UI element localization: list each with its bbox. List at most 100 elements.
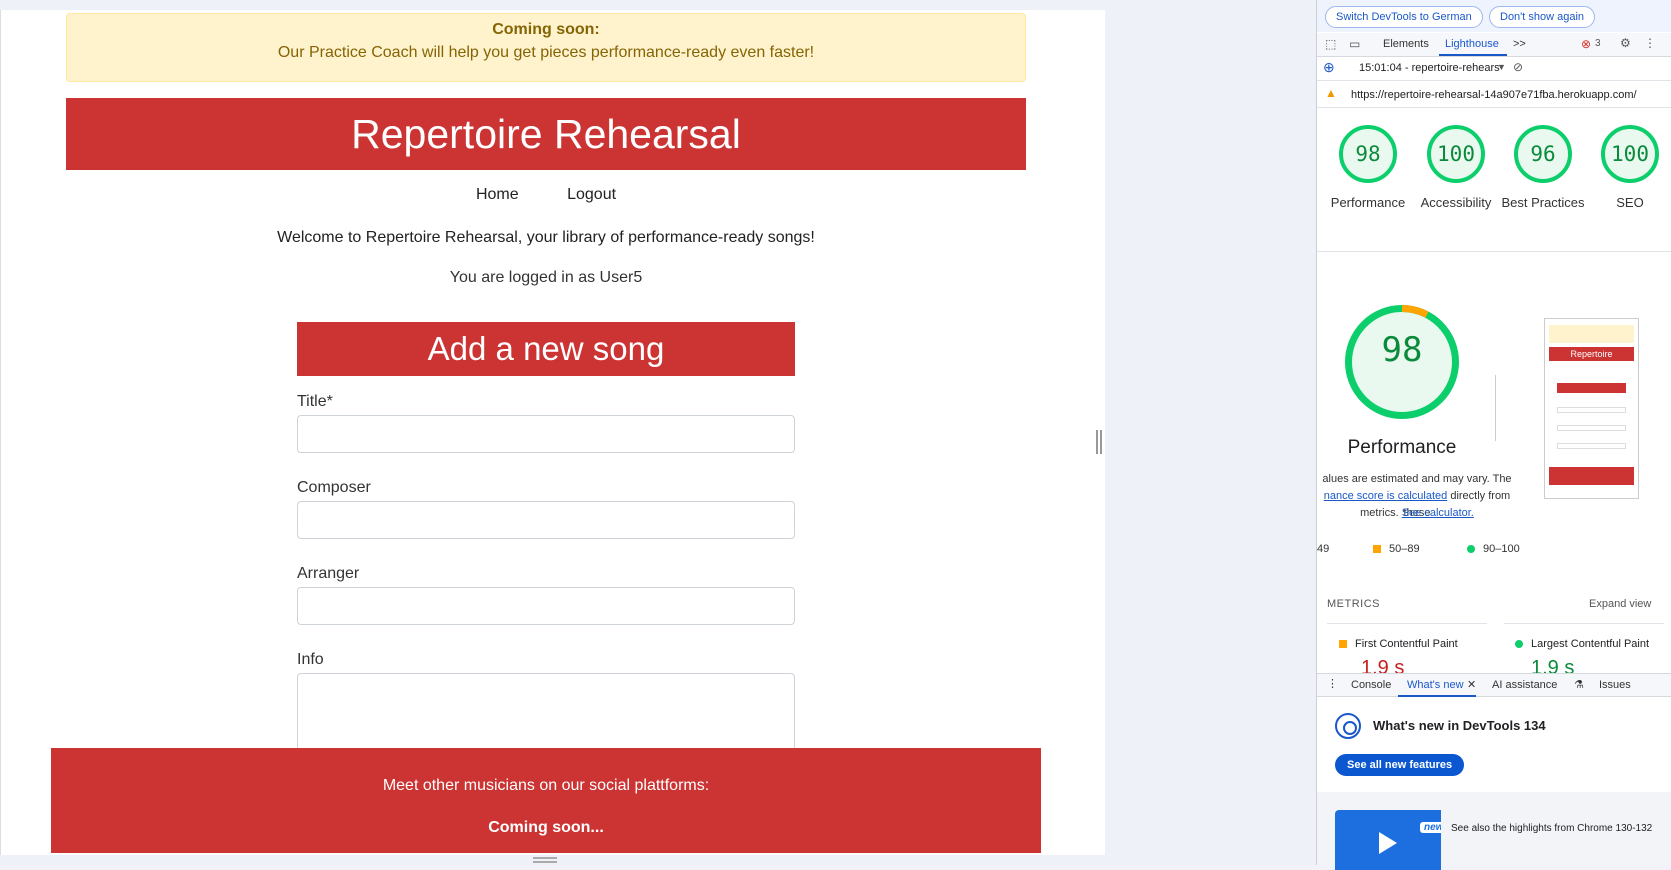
thumb-field (1557, 407, 1626, 413)
metrics-word: metrics. (1360, 507, 1399, 519)
green-dot-icon (1515, 640, 1523, 648)
main-nav: Home Logout (1, 186, 1091, 204)
score-gauge-best-practices[interactable]: 96 (1514, 125, 1572, 183)
tab-elements[interactable]: Elements (1383, 38, 1429, 50)
resize-handle[interactable] (1096, 430, 1102, 454)
new-report-icon[interactable]: ⊕ (1323, 59, 1335, 76)
active-tab-indicator (1398, 695, 1476, 697)
error-icon[interactable]: ⊗ (1581, 37, 1591, 51)
drawer-tabbar: ⋮ Console What's new ✕ AI assistance ⚗ I… (1317, 673, 1671, 697)
score-label-seo: SEO (1616, 195, 1644, 210)
thumb-form-title (1557, 383, 1626, 393)
score-label-performance: Performance (1330, 195, 1406, 210)
highlights-text[interactable]: See also the highlights from Chrome 130-… (1451, 823, 1652, 834)
flask-icon: ⚗ (1574, 679, 1584, 691)
performance-score-large: 98 (1381, 330, 1423, 370)
legend-mid-label: 50–89 (1389, 543, 1420, 555)
thumb-banner (1549, 325, 1634, 343)
error-count[interactable]: 3 (1595, 38, 1601, 49)
clear-icon[interactable]: ⊘ (1513, 60, 1523, 74)
form-title: Add a new song (297, 322, 795, 376)
bottom-resize-handle[interactable] (533, 857, 557, 863)
divider (1327, 623, 1487, 624)
welcome-text: Welcome to Repertoire Rehearsal, your li… (277, 229, 815, 246)
score-gauge-seo[interactable]: 100 (1601, 125, 1659, 183)
whats-new-title: What's new in DevTools 134 (1373, 718, 1546, 733)
arranger-input[interactable] (297, 587, 795, 625)
divider (1317, 251, 1671, 252)
lighthouse-icon: ▲ (1325, 86, 1337, 100)
tab-console[interactable]: Console (1351, 679, 1391, 691)
devtools-tabbar: ⬚ ▭ Elements Lighthouse >> ⊗ 3 ⚙ ⋮ (1317, 33, 1671, 57)
legend-mid: 50–89 (1373, 543, 1420, 555)
more-options-icon[interactable]: ⋮ (1644, 36, 1656, 50)
switch-language-button[interactable]: Switch DevTools to German (1325, 6, 1483, 28)
logged-in-text: You are logged in as User5 (449, 269, 643, 286)
chevron-down-icon[interactable]: ▼ (1497, 62, 1506, 72)
tab-lighthouse[interactable]: Lighthouse (1445, 38, 1499, 50)
thumb-field (1557, 443, 1626, 449)
audited-url[interactable]: https://repertoire-rehearsal-14a907e71fb… (1351, 89, 1637, 101)
video-thumbnail[interactable]: new (1335, 810, 1441, 870)
legend-high: 90–100 (1467, 543, 1520, 555)
legend-high-label: 90–100 (1483, 543, 1520, 555)
language-bar: Switch DevTools to German Don't show aga… (1317, 0, 1671, 32)
close-icon[interactable]: ✕ (1467, 678, 1476, 691)
url-row: ▲ https://repertoire-rehearsal-14a907e71… (1317, 82, 1671, 108)
play-icon[interactable] (1379, 832, 1397, 854)
site-footer: Meet other musicians on our social platt… (51, 748, 1041, 853)
banner-text: Our Practice Coach will help you get pie… (277, 44, 815, 61)
thumb-footer (1549, 467, 1634, 485)
settings-icon[interactable]: ⚙ (1620, 36, 1631, 50)
arranger-label: Arranger (297, 565, 360, 582)
drawer-menu-icon[interactable]: ⋮ (1327, 677, 1338, 690)
performance-label-large: Performance (1347, 437, 1457, 458)
metrics-heading: METRICS (1327, 598, 1380, 610)
more-tabs-button[interactable]: >> (1513, 38, 1526, 50)
orange-square-icon (1373, 545, 1381, 553)
thumb-header: Repertoire Rehearsal (1549, 347, 1634, 373)
title-input[interactable] (297, 415, 795, 453)
site-header: Repertoire Rehearsal (66, 98, 1026, 170)
coming-soon-banner: Coming soon: Our Practice Coach will hel… (66, 13, 1026, 82)
nav-logout-link[interactable]: Logout (567, 186, 616, 203)
composer-input[interactable] (297, 501, 795, 539)
tab-whats-new[interactable]: What's new (1407, 679, 1464, 691)
metric-fcp-label: First Contentful Paint (1355, 638, 1458, 650)
tab-issues[interactable]: Issues (1599, 679, 1631, 691)
composer-label: Composer (297, 479, 371, 496)
devtools-panel: Switch DevTools to German Don't show aga… (1316, 0, 1671, 870)
score-calc-link[interactable]: nance score is calculated (1324, 490, 1448, 502)
title-label: Title* (297, 393, 333, 410)
thumb-field (1557, 425, 1626, 431)
report-select[interactable]: 15:01:04 - repertoire-rehears (1359, 62, 1500, 74)
dont-show-again-button[interactable]: Don't show again (1489, 6, 1596, 28)
browser-viewport: Coming soon: Our Practice Coach will hel… (0, 0, 1318, 865)
nav-home-link[interactable]: Home (476, 186, 519, 203)
device-toggle-icon[interactable]: ▭ (1349, 37, 1360, 51)
active-tab-indicator (1439, 54, 1507, 56)
estimate-note-line1: alues are estimated and may vary. The (1322, 473, 1512, 485)
score-label-accessibility: Accessibility (1420, 195, 1492, 210)
expand-view-button[interactable]: Expand view (1589, 598, 1651, 610)
inspect-icon[interactable]: ⬚ (1325, 37, 1336, 51)
tab-ai-assistance[interactable]: AI assistance (1492, 679, 1557, 691)
legend-low: 49 (1317, 543, 1330, 555)
metric-fcp: First Contentful Paint (1339, 638, 1458, 650)
web-page: Coming soon: Our Practice Coach will hel… (0, 10, 1105, 855)
divider (1504, 623, 1664, 624)
score-label-best-practices: Best Practices (1501, 195, 1585, 210)
score-gauge-performance[interactable]: 98 (1339, 125, 1397, 183)
see-all-features-button[interactable]: See all new features (1335, 754, 1465, 776)
metric-lcp: Largest Contentful Paint (1515, 638, 1649, 650)
estimate-note-line3: metrics. See calculator. (1317, 505, 1517, 522)
see-calculator-link[interactable]: See calculator. (1402, 507, 1474, 519)
footer-text: Meet other musicians on our social platt… (382, 777, 710, 794)
new-badge: new (1420, 822, 1441, 833)
banner-title: Coming soon: (492, 21, 600, 38)
page-screenshot-thumbnail[interactable]: Repertoire Rehearsal (1544, 318, 1639, 499)
chrome-icon (1335, 713, 1361, 739)
metric-lcp-label: Largest Contentful Paint (1531, 638, 1650, 650)
score-gauge-accessibility[interactable]: 100 (1427, 125, 1485, 183)
green-dot-icon (1467, 545, 1475, 553)
